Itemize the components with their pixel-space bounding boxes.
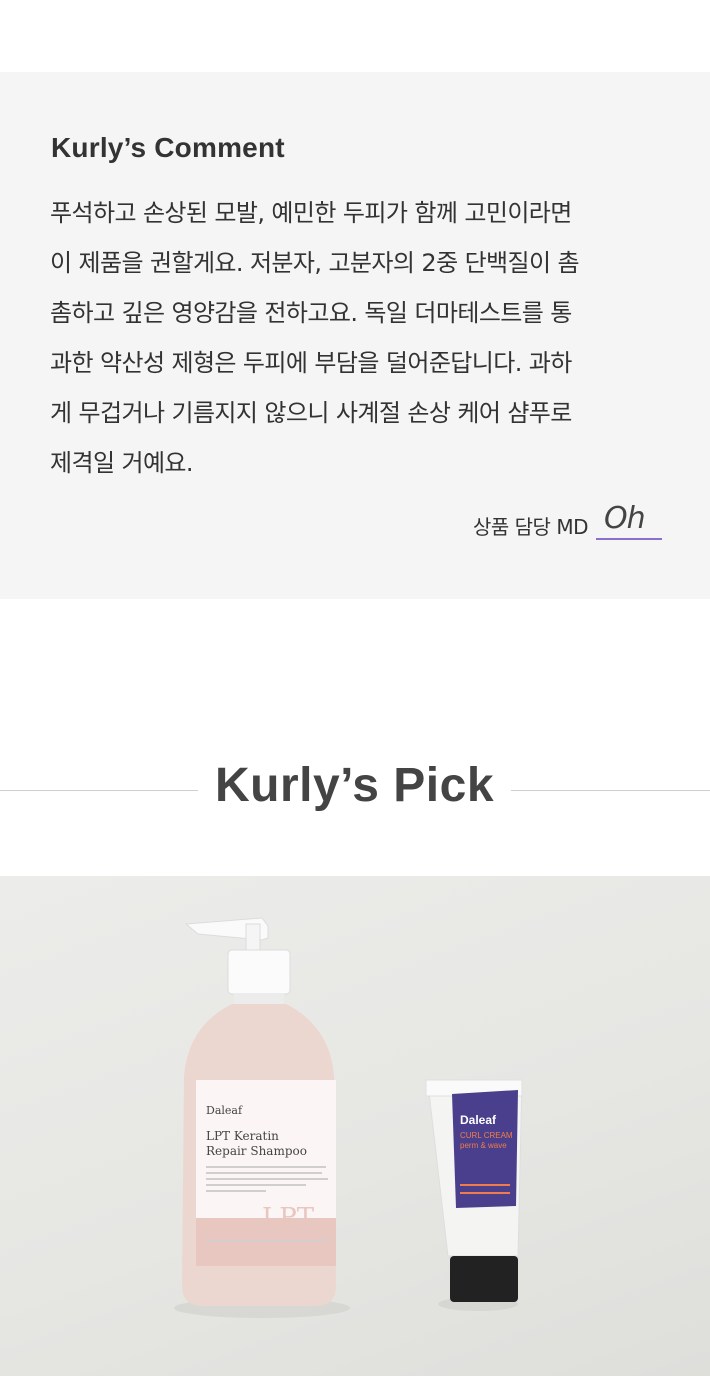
shampoo-badge: LPT xyxy=(262,1203,315,1233)
pick-divider-right xyxy=(511,790,710,791)
comment-body: 푸석하고 손상된 모발, 예민한 두피가 함께 고민이라면 이 제품을 권할게요… xyxy=(50,188,666,488)
pick-title: Kurly’s Pick xyxy=(214,759,495,812)
comment-line: 게 무겁거나 기름지지 않으니 사계절 손상 케어 샴푸로 xyxy=(50,399,572,427)
product-illustration: Daleaf LPT Keratin Repair Shampoo LPT Da… xyxy=(174,917,523,1318)
pick-divider-left xyxy=(0,790,198,791)
comment-title: Kurly’s Comment xyxy=(51,132,285,163)
shampoo-brand: Daleaf xyxy=(206,1104,243,1117)
comment-line: 이 제품을 권할게요. 저분자, 고분자의 2중 단백질이 촘 xyxy=(50,249,580,277)
comment-line: 제격일 거예요. xyxy=(50,449,194,477)
shampoo-name-2: Repair Shampoo xyxy=(206,1144,307,1158)
cream-name-1: CURL CREAM xyxy=(460,1131,513,1140)
cream-brand: Daleaf xyxy=(460,1113,497,1127)
md-label: 상품 담당 MD xyxy=(473,515,588,539)
product-photo: Daleaf LPT Keratin Repair Shampoo LPT Da… xyxy=(0,876,710,1376)
tube-cap xyxy=(450,1256,518,1302)
shampoo-bottle: Daleaf LPT Keratin Repair Shampoo LPT xyxy=(182,917,336,1306)
shampoo-name-1: LPT Keratin xyxy=(206,1129,279,1143)
md-name: Oh xyxy=(595,504,662,540)
cream-name-2: perm & wave xyxy=(460,1141,507,1150)
comment-line: 촘하고 깊은 영양감을 전하고요. 독일 더마테스트를 통 xyxy=(50,299,572,327)
curl-cream-tube: Daleaf CURL CREAM perm & wave xyxy=(425,1079,523,1302)
comment-line: 푸석하고 손상된 모발, 예민한 두피가 함께 고민이라면 xyxy=(50,199,572,227)
comment-line: 과한 약산성 제형은 두피에 부담을 덜어준답니다. 과하 xyxy=(50,349,572,377)
md-signature: 상품 담당 MD Oh xyxy=(473,504,662,540)
